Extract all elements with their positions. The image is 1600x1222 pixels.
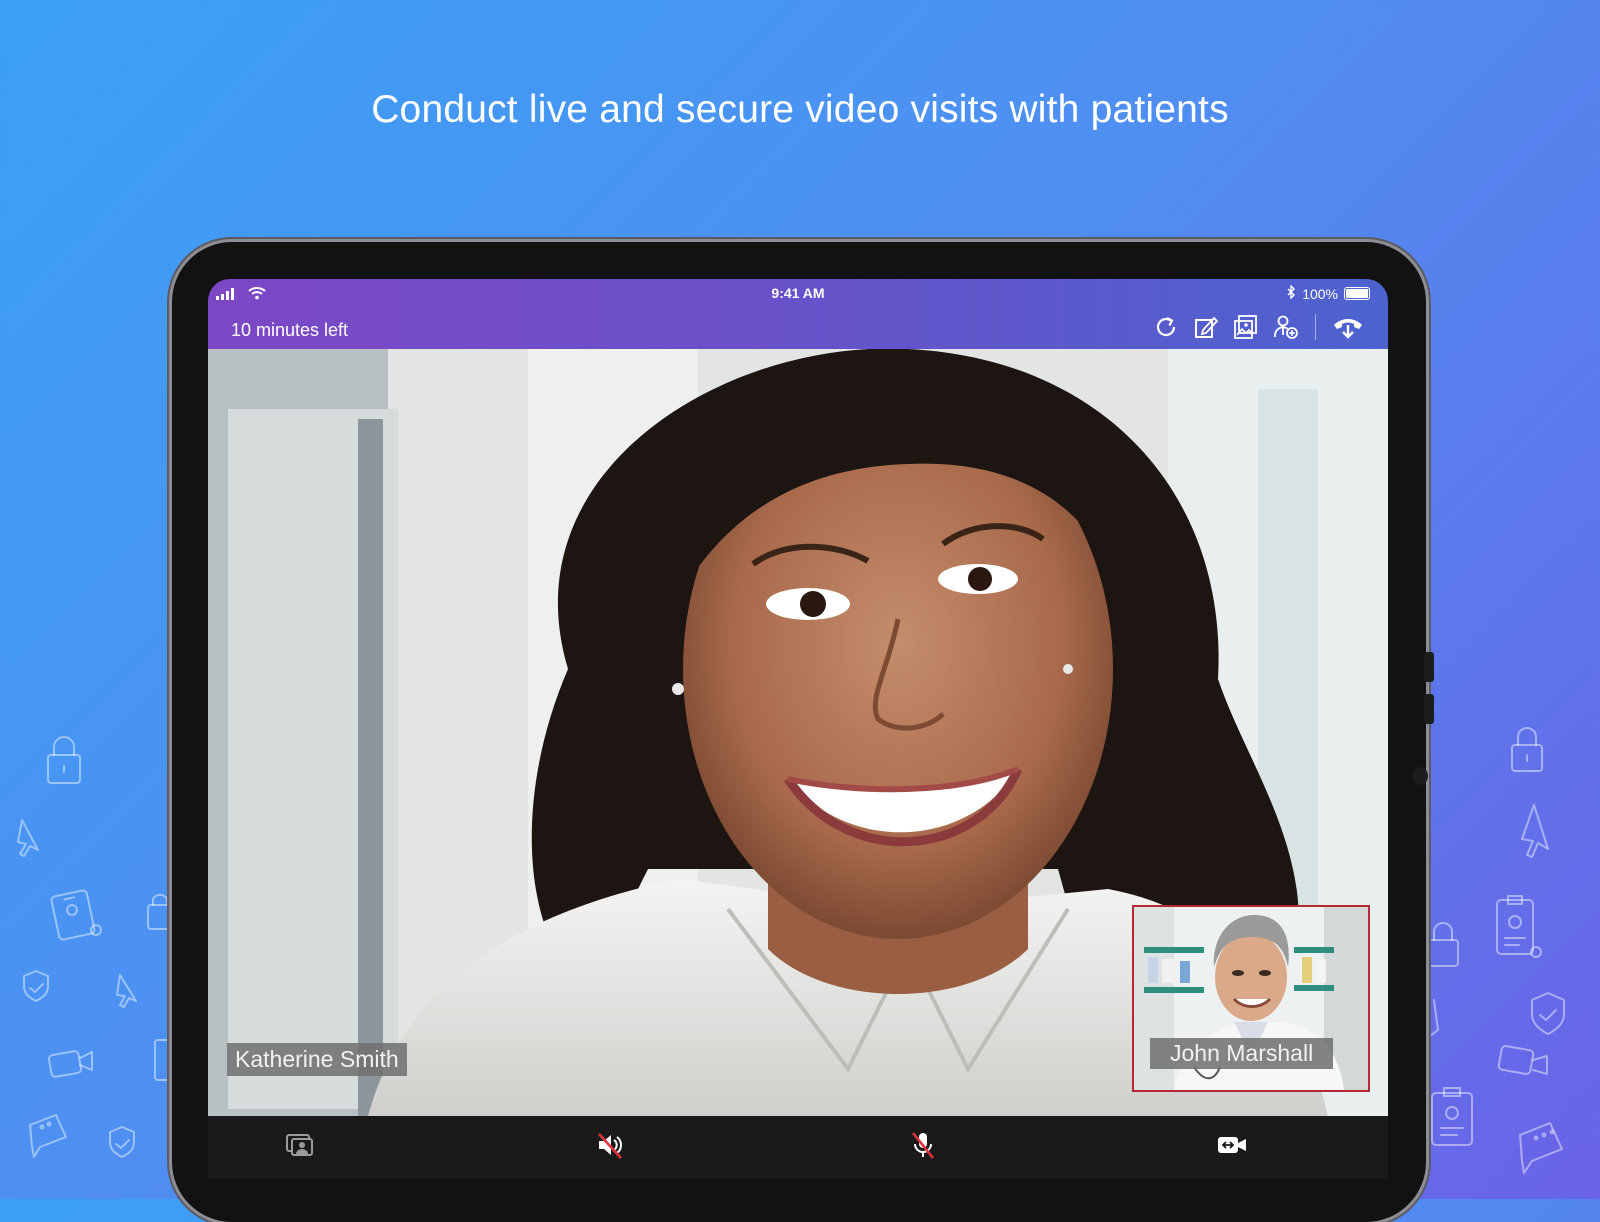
- camera-icon: [47, 1050, 93, 1078]
- bluetooth-icon: [1286, 284, 1296, 302]
- camera-dot: [1412, 767, 1428, 785]
- shield-icon: [109, 1126, 135, 1158]
- actions-divider: [1315, 314, 1316, 340]
- status-bar: 9:41 AM 100%: [208, 283, 1388, 303]
- cursor-icon: [17, 819, 39, 857]
- device-screen: 9:41 AM 100% 10 minutes left Katherine S…: [208, 279, 1388, 1179]
- call-header: 9:41 AM 100% 10 minutes left: [208, 279, 1388, 349]
- clipboard-icon: [50, 889, 102, 941]
- shield-icon: [1531, 992, 1565, 1035]
- gallery-icon[interactable]: [1231, 312, 1261, 342]
- battery-icon: [1344, 287, 1370, 300]
- cursor-icon: [116, 974, 137, 1008]
- call-actions: [1151, 312, 1366, 342]
- self-participant-name: John Marshall: [1150, 1038, 1334, 1069]
- volume-down-button: [1424, 694, 1434, 724]
- add-participant-icon[interactable]: [1271, 312, 1301, 342]
- lock-icon-partial: [1429, 999, 1439, 1037]
- status-right: 100%: [1286, 284, 1370, 302]
- remote-participant-name: Katherine Smith: [227, 1043, 407, 1076]
- end-call-icon[interactable]: [1330, 312, 1366, 342]
- cursor-icon: [1521, 804, 1549, 858]
- remote-video: Katherine Smith John Marshall: [208, 349, 1388, 1116]
- lock-icon: [47, 736, 81, 784]
- status-time: 9:41 AM: [771, 285, 825, 301]
- refresh-icon[interactable]: [1151, 312, 1181, 342]
- time-left-label: 10 minutes left: [231, 320, 349, 340]
- notes-icon[interactable]: [1191, 312, 1221, 342]
- camera-icon: [1497, 1045, 1548, 1075]
- headline: Conduct live and secure video visits wit…: [371, 88, 1229, 131]
- chat-icon: [29, 1114, 67, 1158]
- speaker-muted-icon[interactable]: [592, 1130, 628, 1160]
- lock-icon: [1511, 727, 1543, 772]
- clipboard-icon: [1496, 895, 1542, 958]
- battery-percent: 100%: [1302, 285, 1338, 302]
- mic-muted-icon[interactable]: [905, 1130, 941, 1160]
- lock-icon: [1427, 922, 1459, 967]
- clipboard-icon: [1431, 1087, 1473, 1146]
- shield-icon: [23, 970, 49, 1002]
- tablet-device: 9:41 AM 100% 10 minutes left Katherine S…: [172, 242, 1434, 1222]
- volume-up-button: [1424, 652, 1434, 682]
- call-controls: [208, 1116, 1388, 1179]
- clipboard-icon: [154, 1039, 174, 1081]
- self-view[interactable]: John Marshall: [1132, 905, 1370, 1092]
- lock-icon: [147, 893, 171, 930]
- screen-share-icon[interactable]: [282, 1130, 318, 1160]
- chat-icon: [1519, 1122, 1563, 1174]
- switch-camera-icon[interactable]: [1214, 1130, 1250, 1160]
